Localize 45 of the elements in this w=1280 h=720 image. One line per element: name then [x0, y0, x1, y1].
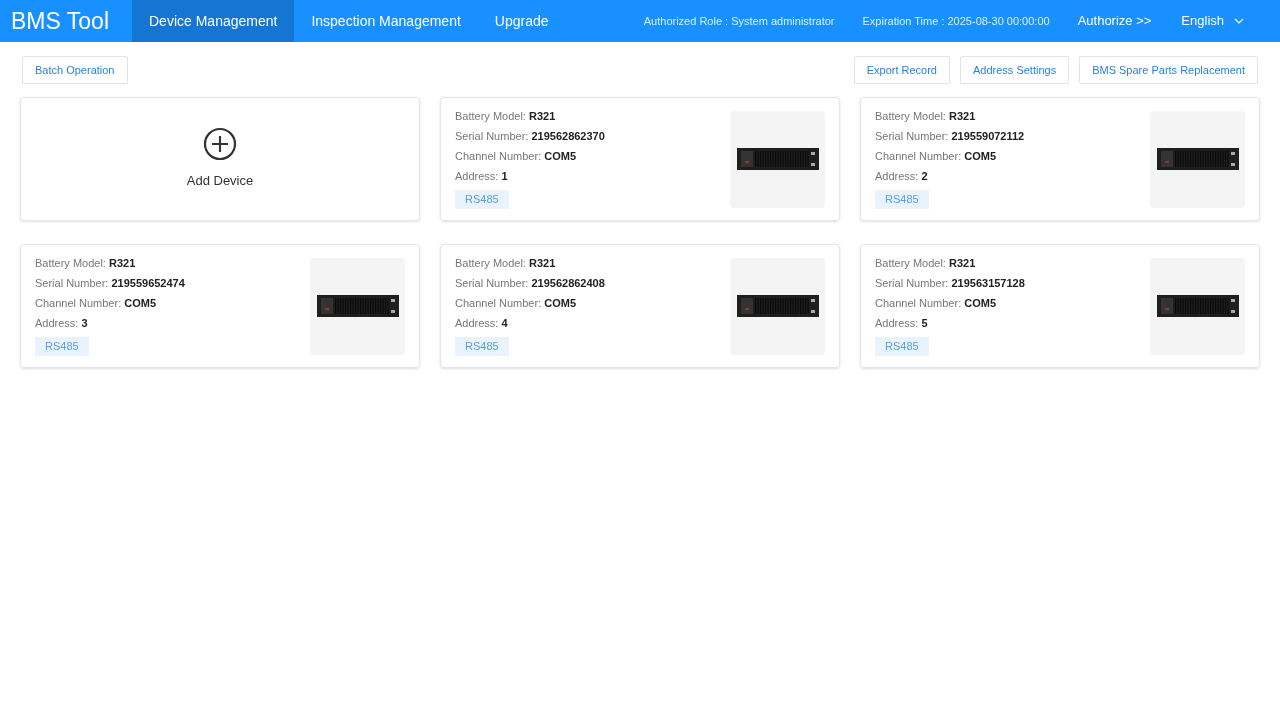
device-info-text: Channel Number: COM5: [875, 149, 998, 165]
device-info-text: Serial Number: 219563157128: [875, 276, 1025, 292]
device-info-text: Channel Number: COM5: [875, 296, 998, 312]
protocol-tag: RS485: [875, 190, 929, 209]
device-info-text: Battery Model: R321: [455, 256, 557, 272]
nav-tab[interactable]: Device Management: [132, 0, 295, 42]
role-text: Authorized Role : System administrator: [643, 13, 835, 29]
device-info-text: Serial Number: 219559072112: [875, 129, 1025, 145]
expiration-text: Expiration Time : 2025-08-30 00:00:00: [862, 13, 1050, 29]
add-device-card[interactable]: Add Device: [20, 97, 420, 221]
device-info-text: Address: 2: [875, 169, 929, 185]
toolbar-button[interactable]: Export Record: [853, 56, 950, 84]
toolbar-button[interactable]: BMS Spare Parts Replacement: [1079, 56, 1258, 84]
device-info-text: Battery Model: R321: [455, 109, 557, 125]
device-info-text: Address: 4: [455, 316, 509, 332]
device-info-text: Channel Number: COM5: [455, 296, 578, 312]
nav-tab[interactable]: Inspection Management: [294, 0, 478, 42]
device-card[interactable]: Battery Model: R321 Serial Number: 219562862408 Channel Number: COM5 Address: 4 RS485: [440, 244, 840, 368]
plus-circle-icon: [203, 127, 237, 162]
device-card[interactable]: Battery Model: R321 Serial Number: 219559072112 Channel Number: COM5 Address: 2 RS485: [860, 97, 1260, 221]
device-info-text: Battery Model: R321: [35, 256, 137, 272]
device-info-text: Serial Number: 219559652474: [35, 276, 185, 292]
protocol-tag: RS485: [455, 337, 509, 356]
device-info-text: Address: 1: [455, 169, 509, 185]
toolbar-button[interactable]: Batch Operation: [22, 56, 128, 84]
toolbar-button[interactable]: Address Settings: [960, 56, 1070, 84]
app-logo: BMS Tool: [10, 6, 110, 36]
device-info-text: Battery Model: R321: [875, 256, 977, 272]
device-info-text: Serial Number: 219562862408: [455, 276, 605, 292]
protocol-tag: RS485: [875, 337, 929, 356]
protocol-tag: RS485: [455, 190, 509, 209]
authorize-link[interactable]: Authorize >>: [1077, 11, 1152, 31]
language-select[interactable]: English: [1181, 11, 1244, 31]
device-info-text: Battery Model: R321: [875, 109, 977, 125]
nav-tab[interactable]: Upgrade: [477, 0, 566, 42]
device-info-text: Serial Number: 219562862370: [455, 129, 605, 145]
device-info-text: Address: 5: [875, 316, 929, 332]
chevron-down-icon: [1234, 18, 1244, 24]
device-info-text: Channel Number: COM5: [455, 149, 578, 165]
device-info-text: Address: 3: [35, 316, 89, 332]
device-card[interactable]: Battery Model: R321 Serial Number: 219559652474 Channel Number: COM5 Address: 3 RS485: [20, 244, 420, 368]
device-card[interactable]: Battery Model: R321 Serial Number: 219563157128 Channel Number: COM5 Address: 5 RS485: [860, 244, 1260, 368]
device-info-text: Channel Number: COM5: [35, 296, 158, 312]
device-card[interactable]: Battery Model: R321 Serial Number: 219562862370 Channel Number: COM5 Address: 1 RS485: [440, 97, 840, 221]
protocol-tag: RS485: [35, 337, 89, 356]
